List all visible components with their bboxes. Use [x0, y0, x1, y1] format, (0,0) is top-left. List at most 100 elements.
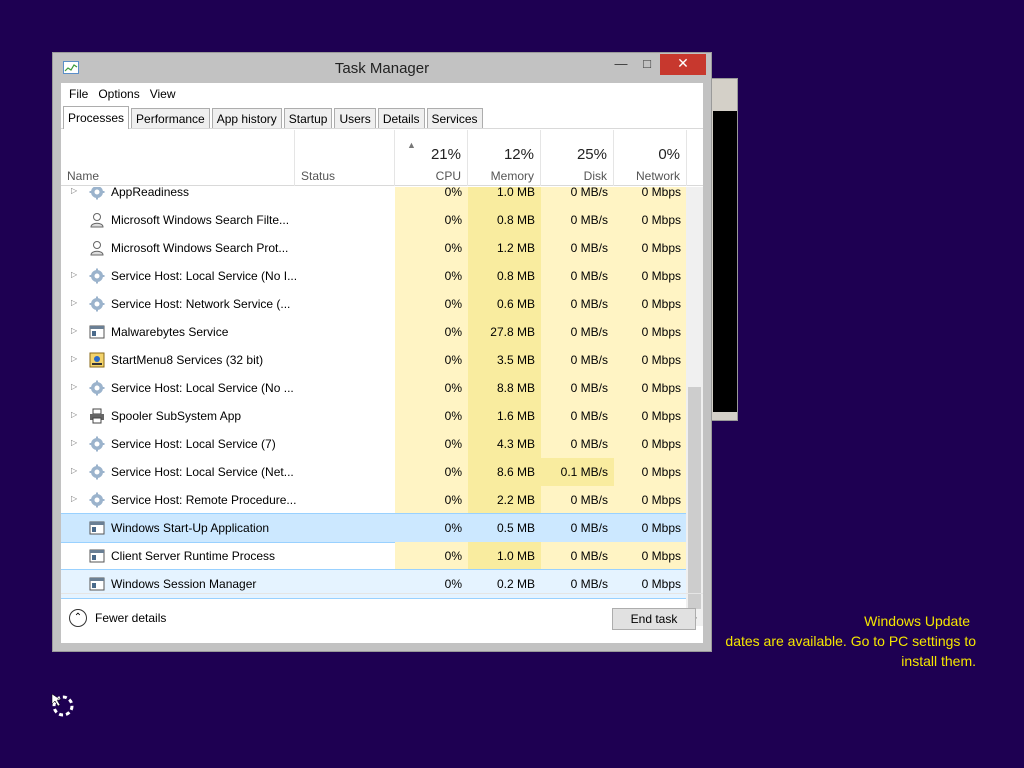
tab-app-history[interactable]: App history	[211, 108, 282, 128]
memory-total: 12%	[503, 146, 534, 163]
cpu-value: 0%	[395, 187, 468, 206]
expand-arrow-icon[interactable]: ▷	[71, 326, 77, 335]
table-row[interactable]: Microsoft Windows Search Prot... 0% 1.2 MB…	[61, 234, 686, 262]
cpu-value: 0%	[395, 318, 468, 346]
table-row[interactable]: ▷ Service Host: Local Service (No I... 0% 0…	[61, 262, 686, 290]
memory-value: 0.6 MB	[468, 290, 541, 318]
cpu-value: 0%	[395, 542, 468, 570]
memory-value: 0.8 MB	[468, 206, 541, 234]
column-network[interactable]: 0% Network	[614, 130, 687, 186]
tab-performance[interactable]: Performance	[131, 108, 210, 128]
network-value: 0 Mbps	[614, 187, 686, 206]
process-rows: ▷ AppReadiness 0% 1.0 MB 0 MB/s 0 Mbps Microso…	[61, 187, 686, 626]
table-row[interactable]: ▷ Service Host: Network Service (... 0% 0.6…	[61, 290, 686, 318]
column-cpu[interactable]: 21% CPU	[395, 130, 468, 186]
tab-startup[interactable]: Startup	[283, 108, 333, 128]
cpu-value: 0%	[395, 346, 468, 374]
memory-value: 2.2 MB	[468, 486, 541, 514]
process-name: Microsoft Windows Search Prot...	[111, 241, 289, 255]
column-memory[interactable]: 12% Memory	[468, 130, 541, 186]
table-row[interactable]: Client Server Runtime Process 0% 1.0 MB 0 M…	[61, 542, 686, 570]
process-name: Service Host: Network Service (...	[111, 297, 291, 311]
menu-view[interactable]: View	[148, 83, 182, 105]
memory-value: 1.0 MB	[468, 187, 541, 206]
expand-arrow-icon[interactable]: ▷	[71, 270, 77, 279]
disk-value: 0 MB/s	[541, 346, 614, 374]
disk-value: 0 MB/s	[541, 206, 614, 234]
expand-arrow-icon[interactable]: ▷	[71, 438, 77, 447]
network-value: 0 Mbps	[614, 458, 686, 486]
process-name: Malwarebytes Service	[111, 325, 229, 339]
cpu-value: 0%	[395, 430, 468, 458]
window-icon	[89, 520, 105, 536]
network-value: 0 Mbps	[614, 346, 686, 374]
fewer-details-button[interactable]: ⌃ Fewer details	[69, 609, 166, 627]
vertical-scrollbar[interactable]: ▼	[686, 187, 703, 626]
column-disk-label: Disk	[583, 169, 607, 183]
network-value: 0 Mbps	[614, 234, 686, 262]
expand-arrow-icon[interactable]: ▷	[71, 354, 77, 363]
column-status[interactable]: Status	[295, 130, 395, 186]
column-cpu-label: CPU	[435, 169, 461, 183]
network-value: 0 Mbps	[614, 206, 686, 234]
gear-icon	[89, 464, 105, 480]
maximize-button[interactable]: □	[634, 54, 660, 75]
expand-arrow-icon[interactable]: ▷	[71, 298, 77, 307]
table-row[interactable]: ▷ Spooler SubSystem App 0% 1.6 MB 0 MB/s 0 Mb…	[61, 402, 686, 430]
disk-value: 0 MB/s	[541, 542, 614, 570]
table-row[interactable]: Microsoft Windows Search Filte... 0% 0.8 M…	[61, 206, 686, 234]
column-network-label: Network	[635, 169, 680, 183]
gear-icon	[89, 380, 105, 396]
fewer-details-label: Fewer details	[95, 611, 167, 625]
table-row[interactable]: ▷ Service Host: Local Service (7) 0% 4.3 MB…	[61, 430, 686, 458]
window-icon	[89, 548, 105, 564]
expand-arrow-icon[interactable]: ▷	[71, 187, 77, 195]
expand-arrow-icon[interactable]: ▷	[71, 494, 77, 503]
gear-icon	[89, 268, 105, 284]
column-name[interactable]: Name	[61, 130, 295, 186]
gear-icon	[89, 436, 105, 452]
network-total: 0%	[658, 146, 680, 163]
memory-value: 3.5 MB	[468, 346, 541, 374]
table-row[interactable]: ▷ Service Host: Remote Procedure... 0% 2.2 …	[61, 486, 686, 514]
tab-services[interactable]: Services	[426, 108, 483, 128]
background-window-content	[713, 111, 737, 412]
table-row[interactable]: ▷ Malwarebytes Service 0% 27.8 MB 0 MB/s 0 Mb…	[61, 318, 686, 346]
network-value: 0 Mbps	[614, 374, 686, 402]
network-value: 0 Mbps	[614, 542, 686, 570]
table-row[interactable]: Windows Start-Up Application 0% 0.5 MB 0 MB…	[61, 513, 686, 543]
scrollbar-thumb[interactable]	[688, 387, 701, 609]
column-memory-label: Memory	[490, 169, 534, 183]
disk-value: 0 MB/s	[541, 318, 614, 346]
disk-value: 0 MB/s	[541, 234, 614, 262]
disk-value: 0 MB/s	[570, 521, 608, 535]
column-disk[interactable]: 25% Disk	[541, 130, 614, 186]
memory-value: 8.6 MB	[468, 458, 541, 486]
busy-cursor-icon	[51, 693, 74, 717]
minimize-button[interactable]: —	[608, 54, 634, 75]
close-button[interactable]: ✕	[660, 54, 706, 75]
expand-arrow-icon[interactable]: ▷	[71, 410, 77, 419]
title-bar[interactable]: Task Manager — □ ✕	[53, 53, 711, 83]
process-name: Service Host: Remote Procedure...	[111, 493, 297, 507]
chevron-up-icon: ⌃	[69, 609, 87, 627]
tab-details[interactable]: Details	[377, 108, 425, 128]
windows-update-notification[interactable]: Windows Update dates are available. Go t…	[676, 611, 976, 671]
memory-value: 27.8 MB	[468, 318, 541, 346]
tab-users[interactable]: Users	[334, 108, 376, 128]
expand-arrow-icon[interactable]: ▷	[71, 466, 77, 475]
table-row[interactable]: ▷ AppReadiness 0% 1.0 MB 0 MB/s 0 Mbps	[61, 187, 686, 206]
memory-value: 0.8 MB	[468, 262, 541, 290]
table-row[interactable]: ▷ Service Host: Local Service (No ... 0% 8.…	[61, 374, 686, 402]
menu-options[interactable]: Options	[96, 83, 145, 105]
memory-value: 1.0 MB	[468, 542, 541, 570]
table-row[interactable]: ▷ Service Host: Local Service (Net... 0% 8.…	[61, 458, 686, 486]
tab-processes[interactable]: Processes	[63, 106, 130, 129]
process-name: Service Host: Local Service (No ...	[111, 381, 294, 395]
process-name: Service Host: Local Service (Net...	[111, 465, 294, 479]
expand-arrow-icon[interactable]: ▷	[71, 382, 77, 391]
menu-file[interactable]: File	[67, 83, 94, 105]
table-row[interactable]: ▷ StartMenu8 Services (32 bit) 0% 3.5 MB 0 M…	[61, 346, 686, 374]
cpu-value: 0%	[395, 402, 468, 430]
cpu-value: 0%	[395, 262, 468, 290]
